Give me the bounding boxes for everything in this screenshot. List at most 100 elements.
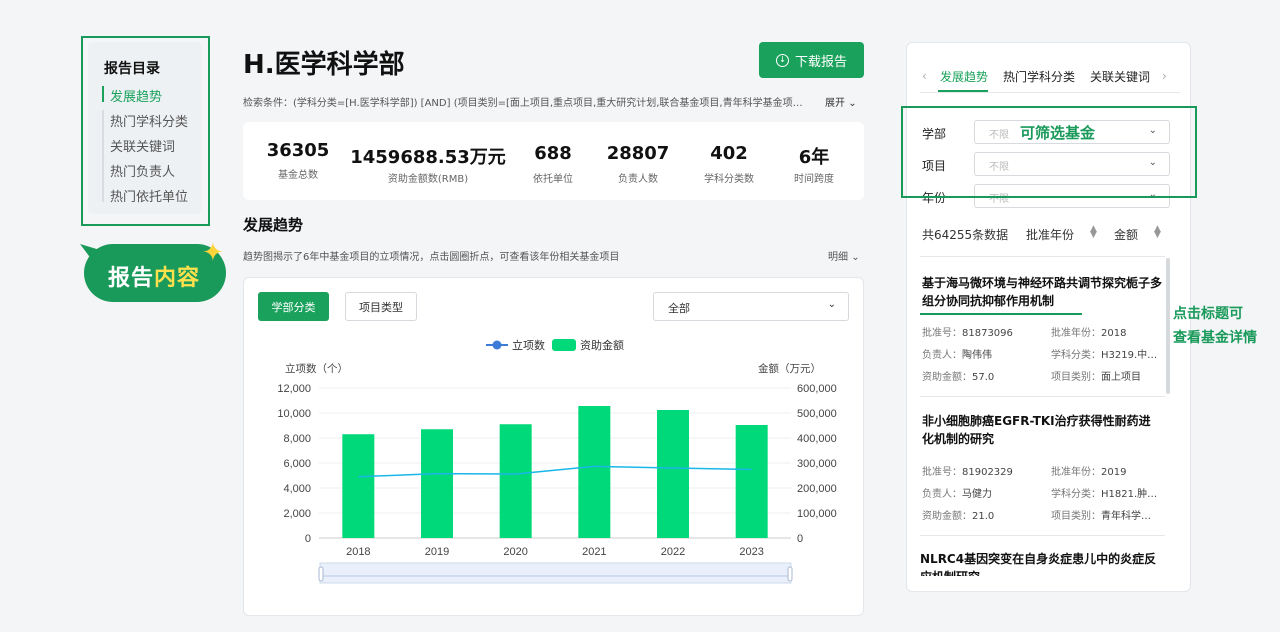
download-icon: ↓ — [775, 53, 789, 67]
y2-tick-label: 100,000 — [797, 508, 837, 520]
legend-label: 资助金额 — [580, 338, 624, 352]
x-tick-label: 2023 — [739, 546, 763, 558]
bar — [499, 424, 532, 538]
bar — [342, 434, 375, 538]
section-title: 发展趋势 — [243, 216, 304, 234]
section-description: 趋势图揭示了6年中基金项目的立项情况，点击圆圈折点，可查看该年份相关基金项目 — [243, 252, 620, 263]
y-tick-label: 6,000 — [283, 458, 311, 470]
bar — [657, 410, 689, 538]
sort-by-year[interactable]: 批准年份 — [1026, 226, 1074, 243]
toc-item-hot-pi[interactable]: 热门负责人 — [110, 161, 175, 180]
tab-discipline[interactable]: 学部分类 — [258, 292, 329, 321]
rtab-hot-discipline[interactable]: 热门学科分类 — [1003, 68, 1075, 85]
sort-icon[interactable]: ▲ ▼ — [1090, 225, 1097, 240]
zoom-slider-track — [319, 562, 792, 584]
detail-toggle[interactable]: 明细 ⌄ — [828, 248, 860, 263]
report-content-label: 报告内容 — [108, 266, 201, 291]
project-meta: 批准年份：2018 — [1051, 328, 1127, 339]
project-title-1[interactable]: 基于海马微环境与神经环路共调节探究栀子多组分协同抗抑郁作用机制 — [922, 274, 1162, 310]
toc-item-hot-unit[interactable]: 热门依托单位 — [110, 186, 188, 205]
project-meta: 负责人：马健力 — [922, 489, 992, 500]
page-title: H.医学科学部 — [243, 50, 405, 80]
y2-tick-label: 400,000 — [797, 433, 837, 445]
y-tick-label: 2,000 — [283, 508, 311, 520]
zoom-handle-right — [787, 566, 793, 582]
bar — [735, 425, 768, 538]
rtab-keywords[interactable]: 关联关键词 — [1090, 68, 1150, 85]
category-select[interactable]: 全部 ⌄ — [653, 292, 849, 321]
x-tick-label: 2019 — [425, 546, 449, 558]
project-title-3[interactable]: NLRC4基因突变在自身炎症患儿中的炎症反应机制研究 — [920, 550, 1160, 576]
y-tick-label: 12,000 — [277, 383, 311, 395]
toc-rail — [102, 110, 104, 202]
chevron-left-icon[interactable]: ‹ — [922, 69, 927, 83]
chevron-right-icon[interactable]: › — [1162, 69, 1167, 83]
legend-label: 立项数 — [512, 338, 545, 352]
search-conditions: 检索条件：(学科分类=[H.医学科学部]) [AND] (项目类别=[面上项目,… — [243, 98, 803, 109]
rtab-trend[interactable]: 发展趋势 — [940, 68, 988, 85]
toc-item-hot-discipline[interactable]: 热门学科分类 — [110, 111, 188, 130]
project-meta: 学科分类：H3219.中… — [1051, 350, 1158, 361]
stat-label-fund-total: 基金总数 — [278, 170, 318, 181]
category-select-value: 全部 — [668, 302, 690, 315]
legend-line-marker — [492, 340, 502, 350]
bar — [578, 406, 611, 538]
chevron-down-icon: ⌄ — [827, 299, 836, 310]
project-meta: 批准号：81873096 — [922, 328, 1013, 339]
download-report-button[interactable]: ↓ 下载报告 — [759, 42, 864, 78]
project-title-2[interactable]: 非小细胞肺癌EGFR-TKI治疗获得性耐药进化机制的研究 — [922, 412, 1162, 448]
y-tick-label: 4,000 — [283, 483, 311, 495]
sort-by-amount[interactable]: 金额 — [1114, 226, 1138, 243]
x-tick-label: 2022 — [661, 546, 685, 558]
toc-item-keywords[interactable]: 关联关键词 — [110, 136, 175, 155]
project-meta: 资助金额：21.0 — [922, 511, 995, 522]
y-axis-title: 立项数（个） — [285, 362, 348, 375]
y-tick-label: 10,000 — [277, 408, 311, 420]
toc-active-marker — [102, 86, 104, 102]
tab-baseline — [920, 92, 1180, 93]
x-tick-label: 2018 — [346, 546, 370, 558]
y2-axis-title: 金额（万元） — [758, 362, 821, 375]
toc-item-trend[interactable]: 发展趋势 — [110, 86, 162, 105]
series-line — [358, 465, 752, 478]
expand-toggle[interactable]: 展开 ⌄ — [825, 94, 857, 109]
y2-tick-label: 300,000 — [797, 458, 837, 470]
stat-label-amount: 资助金额数(RMB) — [387, 174, 469, 185]
chevron-down-icon: ⌄ — [851, 252, 860, 263]
chevron-down-icon: ⌄ — [848, 98, 857, 109]
project-meta: 项目类别：面上项目 — [1051, 372, 1141, 383]
tab-active-underline — [938, 90, 988, 92]
project-meta: 学科分类：H1821.肿… — [1051, 489, 1158, 500]
click-annotation-2: 查看基金详情 — [1173, 330, 1257, 346]
list-scrollbar[interactable] — [1166, 258, 1170, 394]
project-meta: 批准年份：2019 — [1051, 467, 1127, 478]
list-divider — [920, 256, 1165, 257]
project-meta: 批准号：81902329 — [922, 467, 1013, 478]
zoom-handle-left — [318, 566, 324, 582]
stat-value-timespan: 6年 — [798, 147, 830, 168]
stat-value-fund-total: 36305 — [266, 140, 330, 161]
x-tick-label: 2021 — [582, 546, 606, 558]
toc-title: 报告目录 — [104, 61, 160, 77]
bubble-tail — [80, 244, 100, 260]
y2-tick-label: 200,000 — [797, 483, 837, 495]
y2-tick-label: 0 — [797, 533, 803, 545]
trend-chart: 立项数 资助金额立项数（个） 金额（万元） 0 0 2,000 100,000 4,000 20… — [277, 338, 837, 584]
y-tick-label: 8,000 — [283, 433, 311, 445]
project-meta: 项目类别：青年科学… — [1051, 511, 1151, 522]
detail-label: 明细 — [828, 252, 848, 263]
download-label: 下载报告 — [794, 54, 847, 70]
list-divider — [920, 535, 1165, 536]
x-tick-label: 2020 — [503, 546, 527, 558]
bar — [421, 429, 453, 538]
click-annotation-1: 点击标题可 — [1173, 306, 1243, 322]
project-3-clip: NLRC4基因突变在自身炎症患儿中的炎症反应机制研究 — [920, 550, 1165, 576]
stat-value-amount: 1459688.53万元 — [350, 147, 506, 168]
filter-annotation: 可筛选基金 — [1020, 124, 1096, 142]
stat-label-timespan: 时间跨度 — [794, 174, 834, 185]
tab-project-type[interactable]: 项目类型 — [345, 292, 417, 321]
title-underline — [920, 313, 1082, 315]
sort-icon[interactable]: ▲ ▼ — [1154, 225, 1161, 240]
project-meta: 负责人：陶伟伟 — [922, 350, 992, 361]
y-tick-label: 0 — [305, 533, 311, 545]
